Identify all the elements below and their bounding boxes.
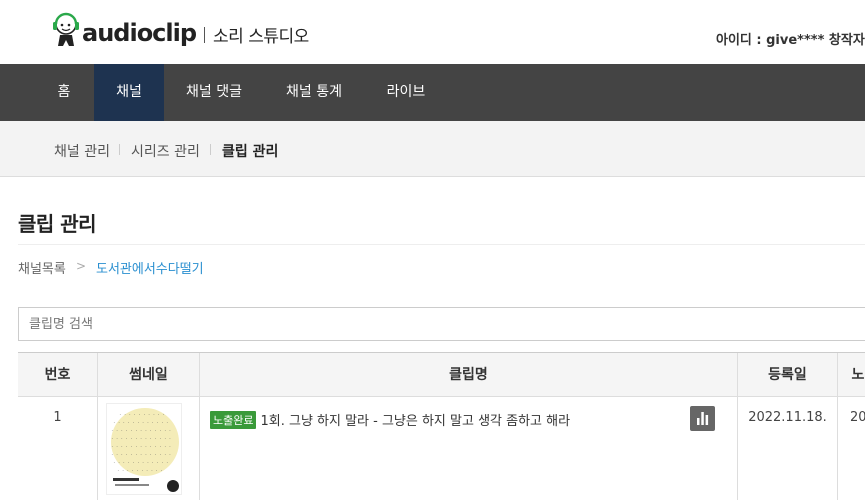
row-extra: 20 <box>850 410 865 425</box>
column-header-date: 등록일 <box>738 353 838 397</box>
clip-title-text: 1회. 그냥 하지 말라 - 그냥은 하지 말고 생각 좀하고 해라 <box>260 414 571 429</box>
svg-text:· · · · · · · · · · · · ·: · · · · · · · · · · · · · <box>111 428 171 433</box>
logo[interactable]: audioclip 소리 스튜디오 <box>52 8 309 52</box>
nav-item-channel-stats[interactable]: 채널 통계 <box>278 64 350 121</box>
svg-text:· · · · · · · · · · · ·: · · · · · · · · · · · · <box>113 420 168 425</box>
subnav-divider <box>119 144 120 155</box>
breadcrumb-channel[interactable]: 도서관에서수다떨기 <box>96 258 204 277</box>
logo-divider <box>204 27 206 43</box>
row-number: 1 <box>18 397 98 500</box>
page-title: 클립 관리 <box>18 212 97 236</box>
main-nav: 홈 채널 채널 댓글 채널 통계 라이브 <box>0 64 865 121</box>
clip-title[interactable]: 노출완료 1회. 그냥 하지 말라 - 그냥은 하지 말고 생각 좀하고 해라 <box>210 410 570 429</box>
subnav-item-clip-manage[interactable]: 클립 관리 <box>222 141 278 161</box>
row-thumbnail-cell: · · · · · · · · · · · · · · · · · · · · … <box>98 397 200 500</box>
header: audioclip 소리 스튜디오 아이디 : give**** 창작자 <box>0 0 865 64</box>
breadcrumb-root[interactable]: 채널목록 <box>18 258 66 277</box>
svg-text:· · · · · · · · · · · · ·: · · · · · · · · · · · · · <box>111 436 171 441</box>
subnav-item-channel-manage[interactable]: 채널 관리 <box>54 141 110 161</box>
bar-chart-icon <box>697 412 709 425</box>
title-divider <box>18 244 865 245</box>
column-header-thumbnail: 썸네일 <box>98 353 200 397</box>
status-badge: 노출완료 <box>210 411 257 429</box>
clip-thumbnail-image[interactable]: · · · · · · · · · · · · · · · · · · · · … <box>106 403 182 495</box>
column-header-number: 번호 <box>18 353 98 397</box>
brand-subtitle: 소리 스튜디오 <box>213 26 309 47</box>
svg-text:· · · · · · · · · · · · ·: · · · · · · · · · · · · · <box>111 444 171 449</box>
nav-item-channel[interactable]: 채널 <box>94 64 164 121</box>
stats-button[interactable] <box>690 406 715 431</box>
brand-name: audioclip <box>82 19 197 47</box>
svg-text:· · · · · · · · · ·: · · · · · · · · · · <box>119 412 165 417</box>
table-row[interactable]: 1 · · · · · · · · · · · · · · · · · · · … <box>18 397 865 500</box>
svg-text:· · · · · · · · · · · ·: · · · · · · · · · · · · <box>113 460 168 465</box>
sub-nav: 채널 관리 시리즈 관리 클립 관리 <box>0 121 865 177</box>
row-date: 2022.11.18. <box>738 397 838 500</box>
nav-item-home[interactable]: 홈 <box>43 64 85 121</box>
row-clip-name-cell: 노출완료 1회. 그냥 하지 말라 - 그냥은 하지 말고 생각 좀하고 해라 <box>200 397 738 500</box>
clip-table: 번호 썸네일 클립명 등록일 노 1 · · · · · · · · · · ·… <box>18 352 865 500</box>
headphone-mascot-icon <box>52 10 80 50</box>
user-info[interactable]: 아이디 : give**** 창작자 <box>716 29 865 48</box>
breadcrumb-chevron-icon: > <box>76 259 87 273</box>
nav-item-live[interactable]: 라이브 <box>380 64 432 121</box>
svg-text:· · · · · · · · · ·: · · · · · · · · · · <box>117 468 163 473</box>
column-header-extra: 노 <box>851 367 865 383</box>
column-header-clip-name: 클립명 <box>200 353 738 397</box>
nav-item-channel-comments[interactable]: 채널 댓글 <box>178 64 250 121</box>
svg-text:· · · · · · · · · · · · ·: · · · · · · · · · · · · · <box>111 452 171 457</box>
subnav-item-series-manage[interactable]: 시리즈 관리 <box>131 141 200 161</box>
table-header-row: 번호 썸네일 클립명 등록일 노 <box>18 353 865 397</box>
subnav-divider <box>210 144 211 155</box>
clip-search-input[interactable] <box>18 307 865 341</box>
